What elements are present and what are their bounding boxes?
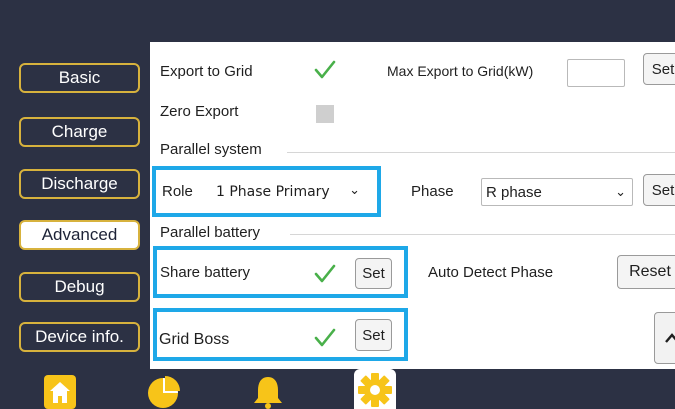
sidebar-item-device-info[interactable]: Device info. — [19, 322, 140, 352]
sidebar-item-basic[interactable]: Basic — [19, 63, 140, 93]
sidebar-item-advanced[interactable]: Advanced — [19, 220, 140, 250]
group-divider — [290, 234, 675, 235]
grid-boss-highlight-box — [153, 308, 408, 361]
advanced-settings-panel: Export to Grid Max Export to Grid(kW) Se… — [150, 42, 675, 369]
zero-export-label: Zero Export — [160, 103, 239, 120]
sidebar-item-label: Discharge — [41, 174, 118, 193]
gear-icon[interactable] — [354, 369, 396, 409]
max-export-input[interactable] — [567, 59, 625, 87]
phase-label: Phase — [411, 183, 454, 200]
sidebar-item-label: Basic — [58, 68, 101, 87]
role-highlight-box — [152, 166, 381, 217]
sidebar-item-discharge[interactable]: Discharge — [19, 169, 140, 199]
phase-set-button[interactable]: Set — [643, 174, 675, 206]
top-bar — [0, 0, 675, 42]
home-icon[interactable] — [42, 373, 78, 409]
max-export-set-button[interactable]: Set — [643, 53, 675, 85]
phase-select-value: R phase — [486, 183, 542, 201]
parallel-battery-title: Parallel battery — [160, 224, 261, 241]
bottom-nav — [0, 369, 675, 409]
sidebar-item-debug[interactable]: Debug — [19, 272, 140, 302]
zero-export-checkbox[interactable] — [316, 105, 334, 123]
sidebar-item-label: Device info. — [35, 327, 124, 346]
share-battery-highlight-box — [153, 246, 408, 298]
sidebar-item-label: Debug — [54, 277, 105, 296]
reset-button[interactable]: Reset — [617, 255, 675, 289]
sidebar-item-label: Advanced — [41, 225, 118, 244]
max-export-label: Max Export to Grid(kW) — [387, 63, 534, 79]
export-to-grid-checkbox[interactable] — [314, 59, 336, 81]
bell-icon[interactable] — [250, 373, 286, 409]
sidebar-item-charge[interactable]: Charge — [19, 117, 140, 147]
auto-detect-phase-label: Auto Detect Phase — [428, 264, 554, 281]
phase-select[interactable]: R phase ⌄ — [481, 178, 633, 206]
pie-chart-icon[interactable] — [146, 373, 182, 409]
parallel-system-title: Parallel system — [160, 141, 262, 158]
sidebar-item-label: Charge — [51, 122, 108, 141]
sidebar: Basic Charge Discharge Advanced Debug De… — [0, 42, 150, 369]
scroll-up-button[interactable] — [654, 312, 675, 364]
chevron-down-icon: ⌄ — [615, 184, 626, 199]
chevron-up-icon — [665, 333, 675, 343]
export-to-grid-label: Export to Grid — [160, 63, 253, 80]
group-divider — [287, 152, 675, 153]
check-icon — [314, 60, 336, 79]
